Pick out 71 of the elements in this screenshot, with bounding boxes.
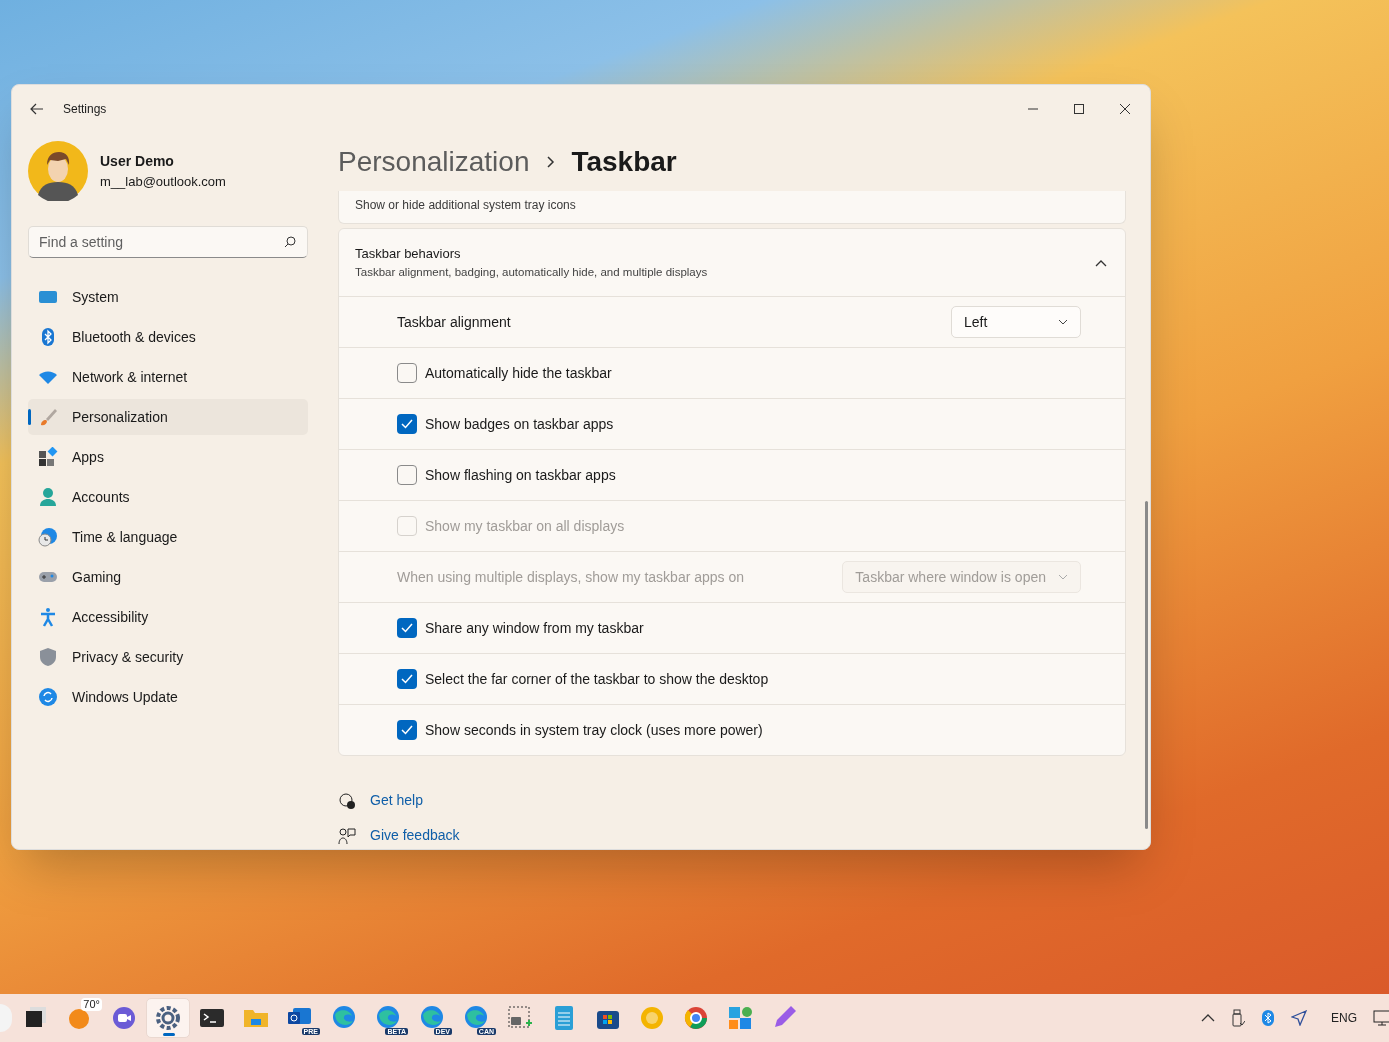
user-email: m__lab@outlook.com bbox=[100, 172, 226, 191]
nav-item[interactable]: Gaming bbox=[28, 559, 308, 595]
feedback-icon bbox=[338, 826, 356, 845]
usb-drive-icon bbox=[1231, 1009, 1245, 1027]
checkbox[interactable] bbox=[397, 720, 417, 740]
checkbox[interactable] bbox=[397, 414, 417, 434]
checkbox-label: Select the far corner of the taskbar to show the desktop bbox=[425, 669, 769, 689]
gear-icon bbox=[153, 1003, 183, 1033]
nav-item[interactable]: Apps bbox=[28, 439, 308, 475]
search-field[interactable]: Find a setting bbox=[28, 226, 308, 258]
checkmark-icon bbox=[401, 674, 413, 684]
nav-item[interactable]: Privacy & security bbox=[28, 639, 308, 675]
location-arrow-icon bbox=[1291, 1010, 1307, 1026]
person-icon bbox=[38, 487, 58, 507]
maximize-icon bbox=[1074, 104, 1084, 114]
avatar-drawing bbox=[28, 141, 88, 201]
chevron-right-icon bbox=[545, 156, 556, 168]
chevron-down-icon bbox=[1058, 574, 1068, 580]
bluetooth-icon bbox=[1261, 1009, 1275, 1027]
nav-item[interactable]: Personalization bbox=[28, 399, 308, 435]
setting-label: Taskbar alignment bbox=[397, 312, 511, 332]
checkbox[interactable] bbox=[397, 618, 417, 638]
setting-label: When using multiple displays, show my taskbar apps on bbox=[397, 567, 745, 587]
user-name: User Demo bbox=[100, 151, 175, 171]
checkbox-label: Show my taskbar on all displays bbox=[425, 516, 625, 536]
dropdown[interactable]: Left bbox=[951, 306, 1081, 338]
search-icon bbox=[284, 236, 296, 248]
chevron-up-icon bbox=[1201, 1013, 1215, 1023]
section-title: Taskbar behaviors bbox=[355, 245, 462, 264]
back-arrow-icon bbox=[29, 101, 45, 117]
help-chat-icon bbox=[338, 791, 356, 810]
page-title: Taskbar bbox=[571, 145, 677, 179]
nav-item[interactable]: System bbox=[28, 279, 308, 315]
checkbox-label: Share any window from my taskbar bbox=[425, 618, 644, 638]
checkbox[interactable] bbox=[397, 465, 417, 485]
update-icon bbox=[38, 687, 58, 707]
shield-icon bbox=[38, 647, 58, 667]
chevron-down-icon bbox=[1058, 319, 1068, 325]
nav-item[interactable]: Bluetooth & devices bbox=[28, 319, 308, 355]
close-icon bbox=[1120, 104, 1130, 114]
taskbar-app-button[interactable]: 70° bbox=[58, 998, 102, 1038]
checkmark-icon bbox=[401, 623, 413, 633]
checkbox[interactable] bbox=[397, 669, 417, 689]
apps-icon bbox=[38, 447, 58, 467]
nav-item[interactable]: Accounts bbox=[28, 479, 308, 515]
nav-item[interactable]: Time & language bbox=[28, 519, 308, 555]
help-link[interactable]: Get help bbox=[370, 790, 423, 811]
brush-icon bbox=[38, 407, 58, 427]
language-indicator[interactable]: ENG bbox=[1331, 1009, 1357, 1027]
checkbox-label: Show seconds in system tray clock (uses more power) bbox=[425, 720, 763, 740]
network-display-icon bbox=[1373, 1009, 1389, 1027]
globe-clock-icon bbox=[38, 527, 58, 547]
accessibility-icon bbox=[38, 607, 58, 627]
checkbox-label: Show flashing on taskbar apps bbox=[425, 465, 616, 485]
scrollbar-thumb[interactable] bbox=[1145, 501, 1148, 829]
checkbox[interactable] bbox=[397, 363, 417, 383]
breadcrumb-parent[interactable]: Personalization bbox=[338, 141, 530, 183]
window-title: Settings bbox=[63, 101, 107, 118]
feedback-link[interactable]: Give feedback bbox=[370, 825, 460, 846]
checkmark-icon bbox=[401, 419, 413, 429]
nav-item[interactable]: Network & internet bbox=[28, 359, 308, 395]
nav-item[interactable]: Windows Update bbox=[28, 679, 308, 715]
checkbox-label: Automatically hide the taskbar bbox=[425, 363, 612, 383]
card-description: Show or hide additional system tray icons bbox=[355, 197, 576, 214]
checkbox-label: Show badges on taskbar apps bbox=[425, 414, 614, 434]
checkmark-icon bbox=[401, 725, 413, 735]
section-description: Taskbar alignment, badging, automatically hide, and multiple displays bbox=[355, 264, 708, 280]
nav-item[interactable]: Accessibility bbox=[28, 599, 308, 635]
behaviors-header[interactable]: Taskbar behaviors Taskbar alignment, badging, automatically hide, and multiple displays bbox=[339, 229, 1125, 296]
temperature-badge: 70° bbox=[81, 998, 102, 1011]
taskbar-app-button[interactable] bbox=[146, 998, 190, 1038]
